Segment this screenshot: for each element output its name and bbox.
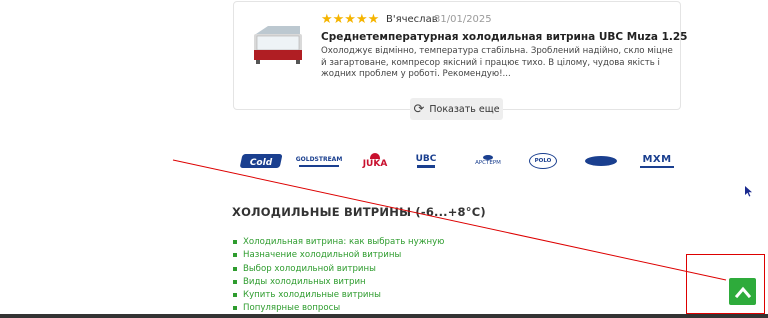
review-text: Охолоджує відмінно, температура стабільн… bbox=[321, 46, 673, 79]
review-card: ★★★★★ В'ячеслав 31/01/2025 Среднетемпера… bbox=[233, 1, 687, 110]
brand-logo-polo[interactable]: POLO bbox=[528, 150, 558, 172]
toc-item: Купить холодильные витрины bbox=[233, 289, 444, 302]
scroll-to-top-button[interactable] bbox=[729, 278, 756, 305]
brand-logo-arsterm[interactable]: АРСТЕРМ bbox=[468, 150, 508, 172]
toc-link[interactable]: Купить холодильные витрины bbox=[243, 290, 381, 300]
review-date: 31/01/2025 bbox=[434, 14, 492, 25]
brand-mxm-text: MXM bbox=[642, 154, 672, 165]
brand-cold-text: Cold bbox=[250, 158, 273, 168]
rating-stars: ★★★★★ bbox=[321, 12, 380, 27]
brand-logo-7[interactable] bbox=[584, 150, 618, 172]
toc-link[interactable]: Назначение холодильной витрины bbox=[243, 250, 401, 260]
toc-item: Холодильная витрина: как выбрать нужную bbox=[233, 236, 444, 249]
brand-logo-mxm[interactable]: MXM bbox=[638, 150, 676, 172]
mouse-cursor-icon bbox=[745, 186, 752, 197]
toc-link[interactable]: Холодильная витрина: как выбрать нужную bbox=[243, 237, 444, 247]
brand-juka-text: JUKA bbox=[362, 159, 388, 169]
brand-goldstream-underline bbox=[299, 164, 339, 167]
toc-link[interactable]: Выбор холодильной витрины bbox=[243, 264, 376, 274]
brand-logo-ubc[interactable]: UBC bbox=[414, 150, 438, 172]
brand-goldstream-text: GOLDSTREAM bbox=[295, 155, 343, 163]
table-of-contents: Холодильная витрина: как выбрать нужную … bbox=[233, 236, 444, 316]
toc-item: Назначение холодильной витрины bbox=[233, 249, 444, 262]
product-thumbnail[interactable] bbox=[252, 20, 304, 72]
brand-logo-cold[interactable]: Cold bbox=[240, 150, 282, 172]
toc-link[interactable]: Виды холодильных витрин bbox=[243, 277, 366, 287]
section-title: ХОЛОДИЛЬНЫЕ ВИТРИНЫ (-6...+8°С) bbox=[232, 205, 486, 219]
brand-polo-text: POLO bbox=[529, 153, 557, 169]
refresh-icon: ⟳ bbox=[413, 101, 425, 117]
brand-logo-goldstream[interactable]: GOLDSTREAM bbox=[296, 150, 342, 172]
toc-link[interactable]: Популярные вопросы bbox=[243, 303, 340, 313]
brand-ubc-text: UBC bbox=[415, 154, 437, 164]
brand-ubc-underline bbox=[417, 165, 435, 168]
brand-logo-juka[interactable]: JUKA bbox=[358, 150, 392, 172]
brand-mxm-underline bbox=[640, 166, 674, 168]
chevron-up-icon bbox=[734, 286, 751, 298]
show-more-button[interactable]: ⟳ Показать еще bbox=[410, 98, 503, 120]
toc-item: Виды холодильных витрин bbox=[233, 276, 444, 289]
brand-7-mark-icon bbox=[585, 156, 617, 166]
bottom-bar bbox=[0, 314, 768, 318]
toc-item: Выбор холодильной витрины bbox=[233, 263, 444, 276]
brand-arsterm-text: АРСТЕРМ bbox=[475, 160, 501, 166]
show-more-label: Показать еще bbox=[429, 103, 500, 115]
review-product-title[interactable]: Среднетемпературная холодильная витрина … bbox=[321, 31, 687, 44]
review-author: В'ячеслав bbox=[386, 14, 438, 25]
